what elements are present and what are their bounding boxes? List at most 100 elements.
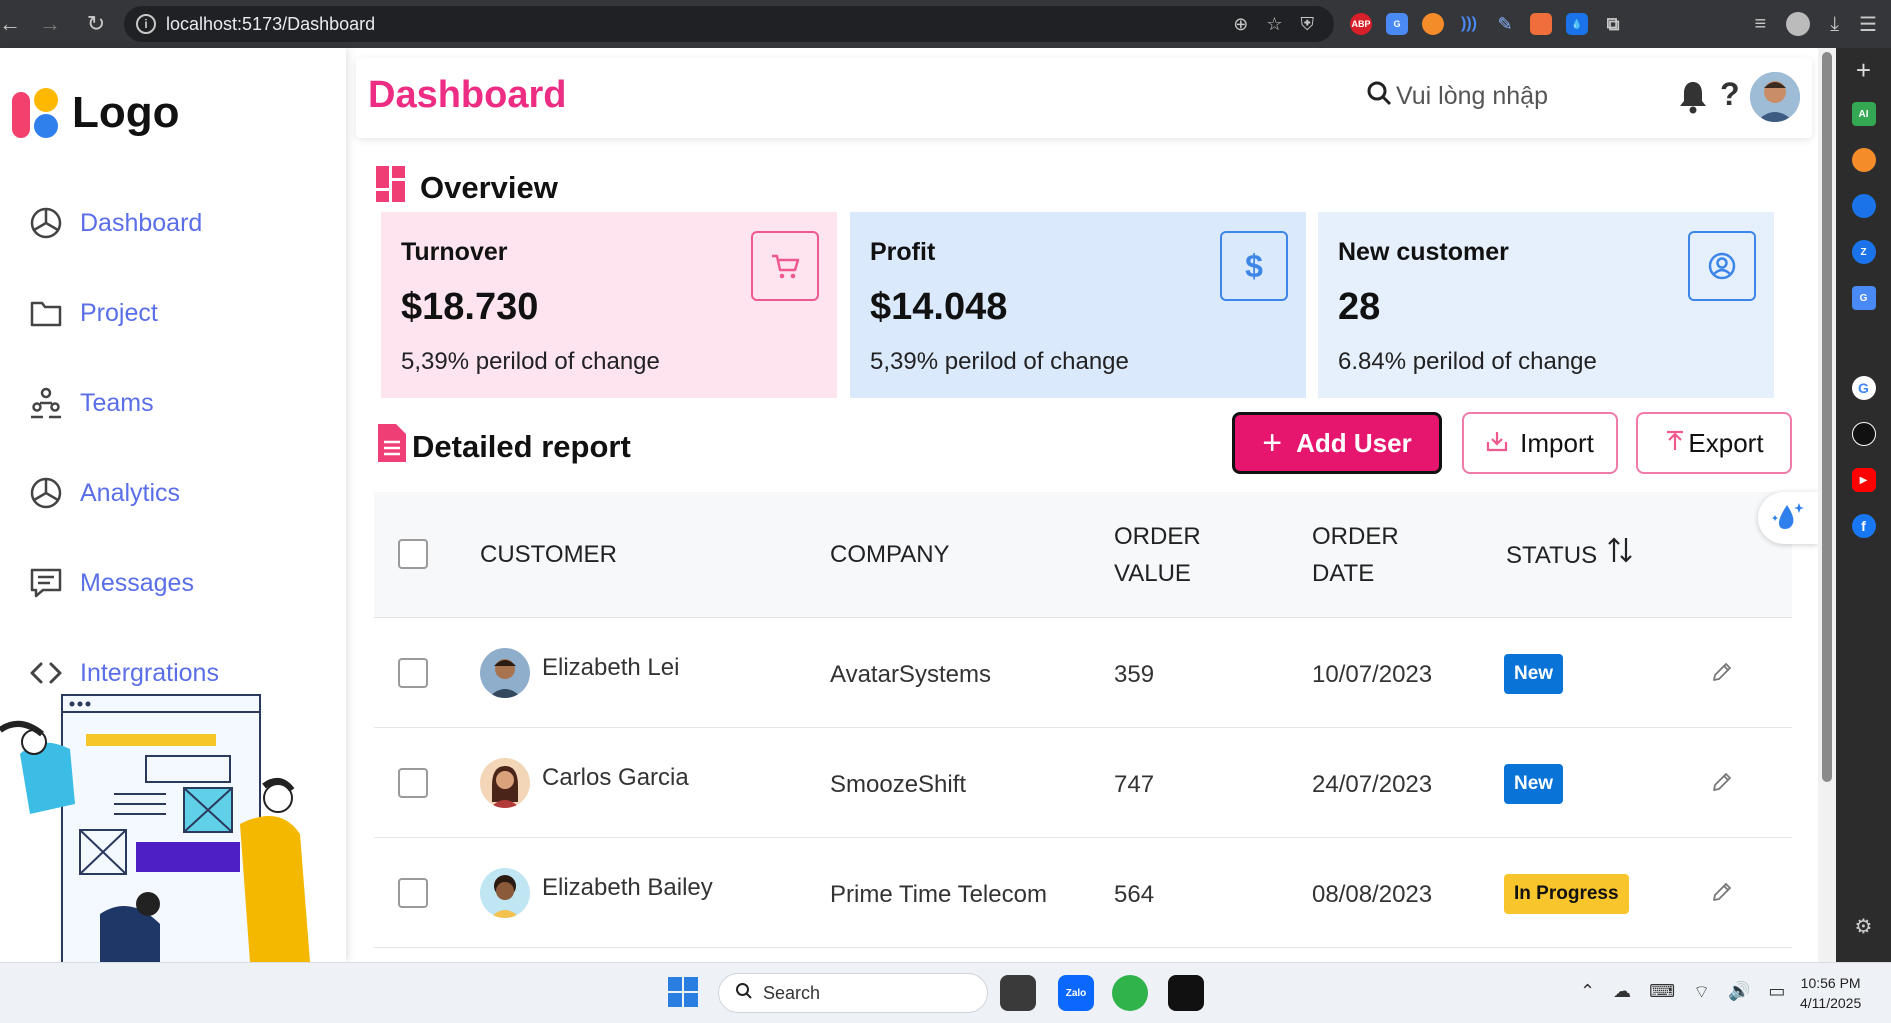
report-title: Detailed report [412,429,631,464]
translate-extension-icon[interactable]: G [1386,13,1408,35]
app-taskbar-icon[interactable] [1168,975,1204,1011]
download-icon[interactable]: ⤓ [1830,13,1839,36]
ai-app-icon[interactable]: AI [1851,102,1876,126]
company-name: AvatarSystems [830,661,991,688]
card-value: 28 [1338,286,1381,328]
sidebar-item-teams[interactable]: Teams [28,358,219,448]
address-bar[interactable]: i localhost:5173/Dashboard ⊕ ☆ ⛨ [124,6,1334,42]
customer-name: Elizabeth Lei [542,654,680,681]
reload-icon[interactable]: ↻ [78,6,114,42]
sort-icon[interactable] [1607,536,1633,575]
youtube-icon[interactable]: ▶ [1851,468,1876,492]
add-panel-icon[interactable]: + [1836,48,1891,92]
sidebar-item-dashboard[interactable]: Dashboard [28,178,219,268]
app-icon[interactable] [1851,148,1876,172]
task-view-icon[interactable] [1000,975,1036,1011]
zalo-taskbar-icon[interactable]: Zalo [1058,975,1094,1011]
floating-assistant-button[interactable] [1758,492,1818,544]
cloud-icon[interactable]: ☁ [1613,981,1631,1004]
column-order-value[interactable]: ORDER VALUE [1114,518,1201,592]
zoom-icon[interactable]: ⊕ [1233,14,1248,35]
translate-icon[interactable]: G [1851,286,1876,310]
sidebar-item-analytics[interactable]: Analytics [28,448,219,538]
upload-icon [1664,428,1686,459]
adblock-extension-icon[interactable]: ABP [1350,13,1372,35]
edit-pencil-icon[interactable] [1710,660,1734,689]
browser-taskbar-icon[interactable] [1112,975,1148,1011]
pen-extension-icon[interactable]: ✎ [1494,13,1516,35]
sidebar-item-project[interactable]: Project [28,268,219,358]
puzzle-icon[interactable]: ⧉ [1602,13,1624,35]
row-checkbox[interactable] [398,658,428,688]
scrollbar-thumb[interactable] [1822,52,1832,782]
settings-gear-icon[interactable]: ⚙ [1836,914,1891,939]
table-row[interactable]: Elizabeth Bailey Prime Time Telecom 564 … [374,838,1792,948]
keyboard-icon[interactable]: ⌨ [1649,981,1675,1004]
avatar [480,868,530,918]
battery-icon[interactable]: ▭ [1768,981,1785,1004]
extension-icon[interactable] [1530,13,1552,35]
chevron-up-icon[interactable]: ⌃ [1580,981,1595,1004]
google-icon[interactable]: G [1851,376,1876,400]
avatar [480,758,530,808]
menu-icon[interactable]: ☰ [1859,12,1877,37]
wifi-icon[interactable]: ⌔ [1693,981,1710,1004]
export-button[interactable]: Export [1636,412,1792,474]
taskbar-search-label: Search [763,982,821,1003]
logo[interactable]: Logo [12,88,180,138]
browser-side-panel: + AI Z G G ▶ f ⚙ [1836,48,1891,962]
bell-icon[interactable] [1678,80,1708,119]
taskbar-clock[interactable]: 10:56 PM 4/11/2025 [1800,973,1861,1013]
row-checkbox[interactable] [398,768,428,798]
forward-icon[interactable]: → [32,6,68,42]
zalo-icon[interactable]: Z [1851,240,1876,264]
team-illustration [0,694,310,962]
site-info-icon[interactable]: i [136,14,156,34]
taskbar-search[interactable]: Search [718,973,988,1013]
clock-date: 4/11/2025 [1800,995,1862,1011]
search-input[interactable]: Vui lòng nhập [1366,80,1548,113]
card-value: $18.730 [401,286,539,328]
import-button[interactable]: Import [1462,412,1618,474]
browser-toolbar: ← → ↻ i localhost:5173/Dashboard ⊕ ☆ ⛨ A… [0,0,1891,48]
back-icon[interactable]: ← [0,6,28,42]
order-date: 08/08/2023 [1312,881,1433,908]
facebook-icon[interactable]: f [1851,514,1876,538]
messenger-icon[interactable] [1851,194,1876,218]
dollar-icon[interactable]: $ [1220,231,1288,301]
avatar[interactable] [1750,72,1800,122]
cart-icon[interactable] [751,231,819,301]
volume-icon[interactable]: 🔊 [1728,981,1750,1004]
shield-icon[interactable]: ⛨ [1301,14,1315,35]
edit-pencil-icon[interactable] [1710,770,1734,799]
profile-icon[interactable] [1786,12,1811,36]
column-order-date[interactable]: ORDER DATE [1312,518,1399,592]
order-value: 747 [1114,771,1155,798]
avatar [480,648,530,698]
chatgpt-icon[interactable] [1851,422,1876,446]
search-placeholder: Vui lòng nhập [1396,82,1548,110]
table-row[interactable]: Carlos Garcia SmoozeShift 747 24/07/2023… [374,728,1792,838]
card-change: 6.84% perilod of change [1338,348,1597,375]
help-icon[interactable]: ? [1720,76,1740,113]
drop-extension-icon[interactable]: 💧 [1566,13,1588,35]
overview-header: Overview [376,166,558,210]
column-status[interactable]: STATUS [1506,536,1633,575]
select-all-checkbox[interactable] [398,539,428,569]
edit-pencil-icon[interactable] [1710,880,1734,909]
bookmark-star-icon[interactable]: ☆ [1266,14,1282,35]
column-customer[interactable]: CUSTOMER [480,536,617,573]
column-status-label: STATUS [1506,542,1598,569]
table-row[interactable]: Elizabeth Lei AvatarSystems 359 10/07/20… [374,618,1792,728]
add-user-button[interactable]: + Add User [1232,412,1442,474]
windows-start-icon[interactable] [668,977,698,1012]
extension-icon[interactable]: ))) [1458,13,1480,35]
reading-list-icon[interactable]: ≡ [1755,13,1767,36]
row-checkbox[interactable] [398,878,428,908]
column-company[interactable]: COMPANY [830,536,950,573]
sidebar-item-messages[interactable]: Messages [28,538,219,628]
extension-icon[interactable] [1422,13,1444,35]
card-value: $14.048 [870,286,1008,328]
user-circle-icon[interactable] [1688,231,1756,301]
folder-icon [28,295,64,331]
